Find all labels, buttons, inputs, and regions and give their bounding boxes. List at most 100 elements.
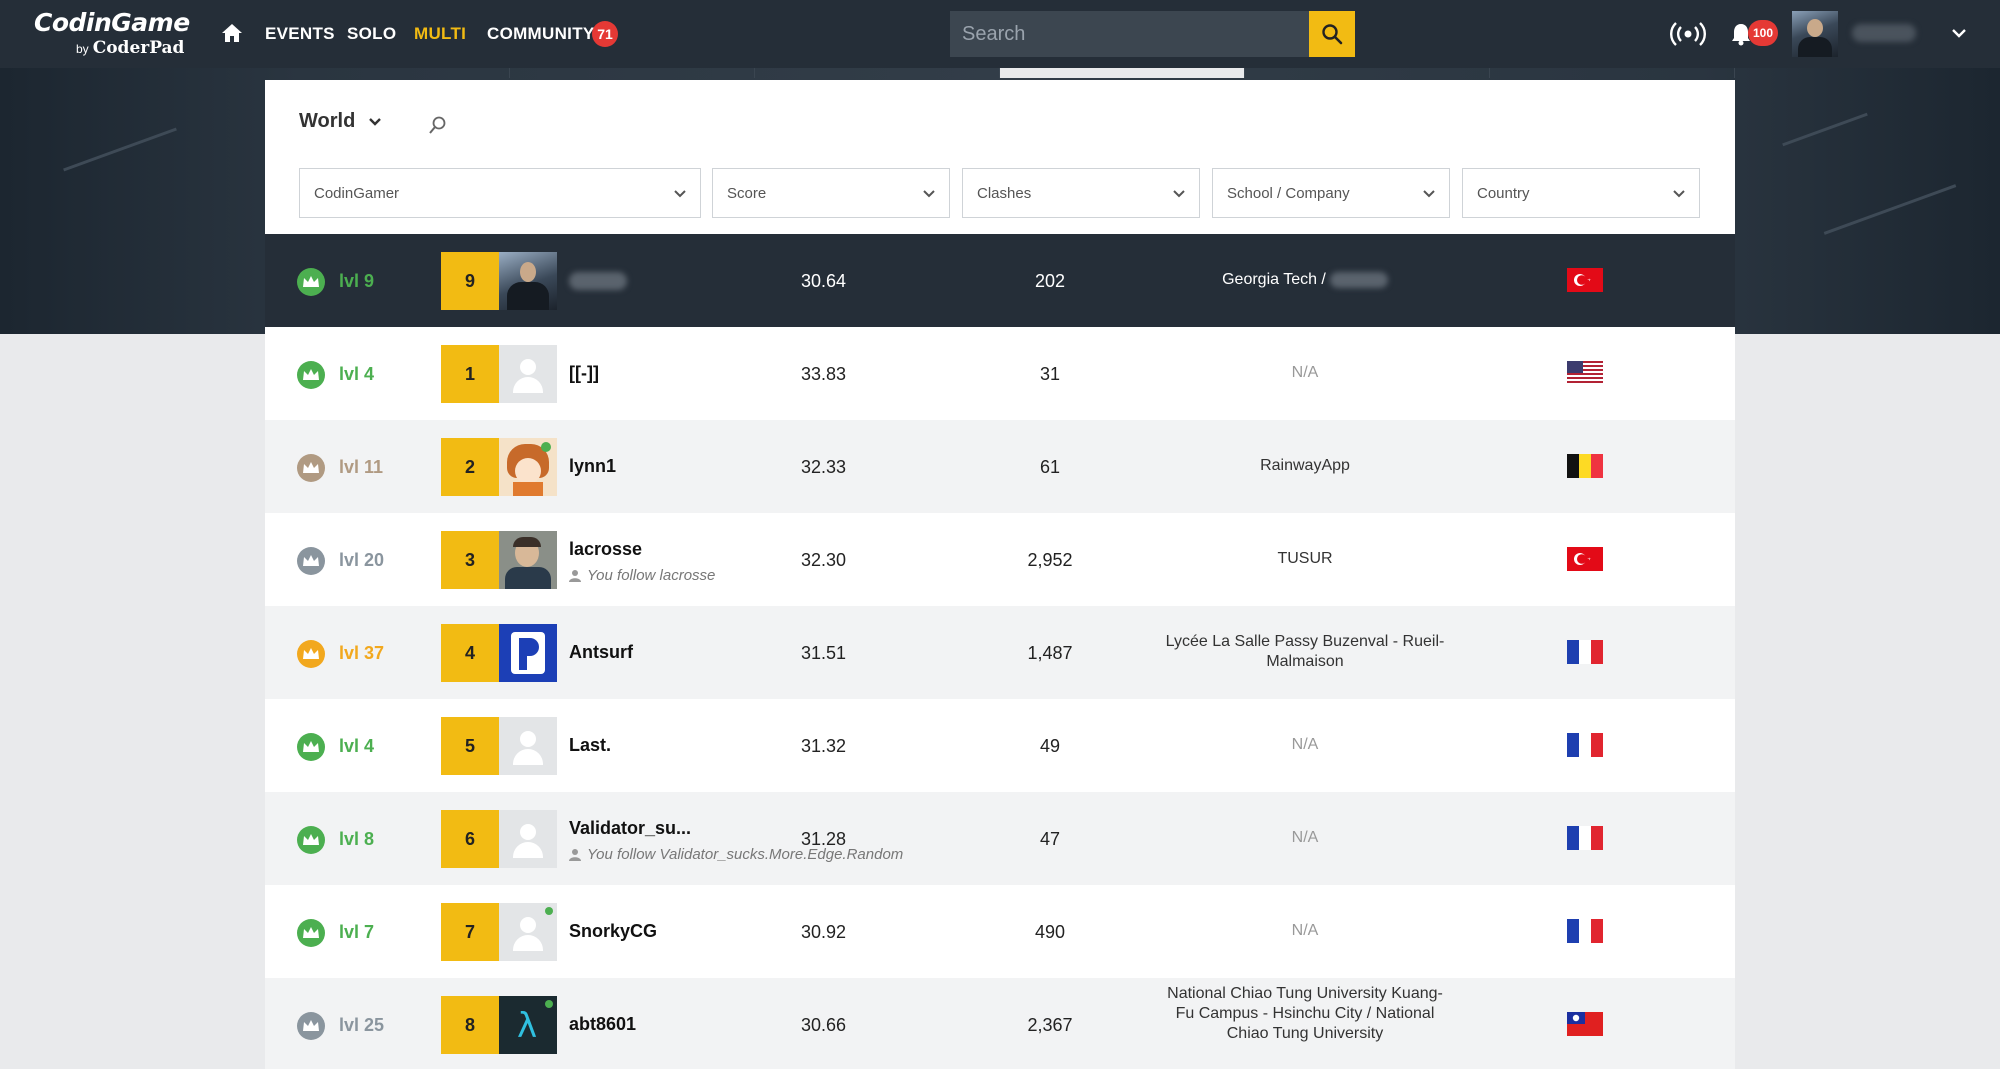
player-avatar[interactable] <box>499 438 557 496</box>
filter-clashes[interactable]: Clashes <box>962 168 1200 218</box>
score-value: 30.66 <box>801 1015 847 1035</box>
nav-events[interactable]: EVENTS <box>265 24 335 44</box>
chevron-down-icon <box>923 190 935 198</box>
school-company: N/A <box>1291 736 1319 753</box>
country-flag-icon <box>1567 640 1603 664</box>
filter-school-company[interactable]: School / Company <box>1212 168 1450 218</box>
filter-codingamer[interactable]: CodinGamer <box>299 168 701 218</box>
score-value: 31.32 <box>801 736 847 756</box>
score-value: 30.92 <box>801 922 847 942</box>
leaderboard-row[interactable]: lvl 37 4 Antsurf 31.51 1,487 Lycée La Sa… <box>265 606 1735 699</box>
clashes-value: 490 <box>1034 922 1066 942</box>
username-blurred[interactable] <box>1852 24 1916 42</box>
leaderboard-row[interactable]: lvl 25 8 λ abt8601 30.66 2,367 National … <box>265 978 1735 1069</box>
chevron-down-icon[interactable] <box>1950 24 1968 42</box>
leaderboard-row[interactable]: lvl 4 1 [[-]] 33.83 31 N/A <box>265 327 1735 420</box>
nav-multi[interactable]: MULTI <box>414 24 466 44</box>
player-name[interactable]: Validator_su... <box>569 818 691 839</box>
country-flag-icon <box>1567 826 1603 850</box>
codingame-logo[interactable]: CodinGame by CoderPad <box>34 8 194 60</box>
home-icon[interactable] <box>220 21 244 45</box>
score-value: 31.51 <box>801 643 847 663</box>
nav-community[interactable]: COMMUNITY <box>487 24 595 44</box>
search-button[interactable] <box>1309 11 1355 57</box>
player-avatar[interactable] <box>499 717 557 775</box>
score-value: 32.33 <box>801 457 847 477</box>
clashes-value: 2,952 <box>1027 550 1073 570</box>
clashes-value: 1,487 <box>1027 643 1073 663</box>
rank-number: 9 <box>441 252 499 310</box>
search-bar <box>950 11 1355 57</box>
player-avatar[interactable]: λ <box>499 996 557 1054</box>
score-value: 32.30 <box>801 550 847 570</box>
rank-number: 6 <box>441 810 499 868</box>
search-icon <box>1322 24 1343 45</box>
player-name[interactable]: lacrosse <box>569 539 642 560</box>
country-flag-icon <box>1567 454 1603 478</box>
filter-score[interactable]: Score <box>712 168 950 218</box>
rank-number: 8 <box>441 996 499 1054</box>
player-level: lvl 8 <box>339 829 375 849</box>
player-name[interactable]: [[-]] <box>569 363 599 384</box>
player-name[interactable]: Last. <box>569 735 611 756</box>
clashes-value: 31 <box>1039 364 1061 384</box>
school-company: Lycée La Salle Passy Buzenval - Rueil-Ma… <box>1165 633 1445 670</box>
player-level: lvl 4 <box>339 364 375 384</box>
player-avatar[interactable] <box>499 810 557 868</box>
crown-icon <box>297 919 325 947</box>
broadcast-icon[interactable] <box>1670 20 1706 48</box>
rank-number: 5 <box>441 717 499 775</box>
player-level: lvl 20 <box>339 550 385 570</box>
my-ranking-row[interactable]: lvl 9 9 30.64 202 Georgia Tech / <box>265 234 1735 327</box>
player-name[interactable]: abt8601 <box>569 1014 636 1035</box>
player-avatar[interactable] <box>499 624 557 682</box>
player-level: lvl 37 <box>339 643 385 663</box>
country-flag-icon <box>1567 361 1603 385</box>
player-level: lvl 7 <box>339 922 375 942</box>
rank-number: 7 <box>441 903 499 961</box>
rank-number: 4 <box>441 624 499 682</box>
logo-main-text: CodinGame <box>34 8 190 37</box>
score-value: 30.64 <box>801 271 847 291</box>
player-name[interactable]: SnorkyCG <box>569 921 657 942</box>
country-flag-icon <box>1567 1012 1603 1036</box>
player-name[interactable]: lynn1 <box>569 456 616 477</box>
chevron-down-icon <box>674 190 686 198</box>
player-avatar[interactable] <box>499 531 557 589</box>
scope-dropdown[interactable]: World <box>299 110 383 133</box>
crown-icon <box>297 826 325 854</box>
logo-sub: by CoderPad <box>76 38 185 58</box>
search-icon[interactable] <box>427 114 449 136</box>
player-name[interactable]: Antsurf <box>569 642 633 663</box>
leaderboard-row[interactable]: lvl 7 7 SnorkyCG 30.92 490 N/A <box>265 885 1735 978</box>
player-avatar[interactable] <box>499 345 557 403</box>
country-flag-icon <box>1567 268 1603 292</box>
player-avatar[interactable] <box>499 903 557 961</box>
leaderboard-row[interactable]: lvl 11 2 lynn1 32.33 61 RainwayApp <box>265 420 1735 513</box>
player-avatar[interactable] <box>499 252 557 310</box>
school-company: N/A <box>1291 364 1319 381</box>
chevron-down-icon <box>369 117 382 126</box>
country-flag-icon <box>1567 919 1603 943</box>
school-company: N/A <box>1291 922 1319 939</box>
player-name-blurred[interactable] <box>569 272 627 290</box>
clashes-value: 49 <box>1039 736 1061 756</box>
leaderboard-row[interactable]: lvl 8 6 Validator_su... You follow Valid… <box>265 792 1735 885</box>
chevron-down-icon <box>1423 190 1435 198</box>
crown-icon <box>297 454 325 482</box>
player-level: lvl 4 <box>339 736 375 756</box>
search-input[interactable] <box>950 11 1309 57</box>
follow-status: You follow lacrosse <box>569 567 715 584</box>
filter-country[interactable]: Country <box>1462 168 1700 218</box>
nav-solo[interactable]: SOLO <box>347 24 396 44</box>
school-company: National Chiao Tung University Kuang-Fu … <box>1167 985 1443 1042</box>
scope-label: World <box>299 110 356 132</box>
crown-icon <box>297 361 325 389</box>
leaderboard-row[interactable]: lvl 4 5 Last. 31.32 49 N/A <box>265 699 1735 792</box>
user-avatar[interactable] <box>1792 11 1838 57</box>
top-navbar: CodinGame by CoderPad EVENTS SOLO MULTI C… <box>0 0 2000 68</box>
clashes-value: 61 <box>1039 457 1061 477</box>
leaderboard-row[interactable]: lvl 20 3 lacrosse You follow lacrosse 32… <box>265 513 1735 606</box>
crown-icon <box>297 733 325 761</box>
hero-tabs <box>265 68 1735 78</box>
